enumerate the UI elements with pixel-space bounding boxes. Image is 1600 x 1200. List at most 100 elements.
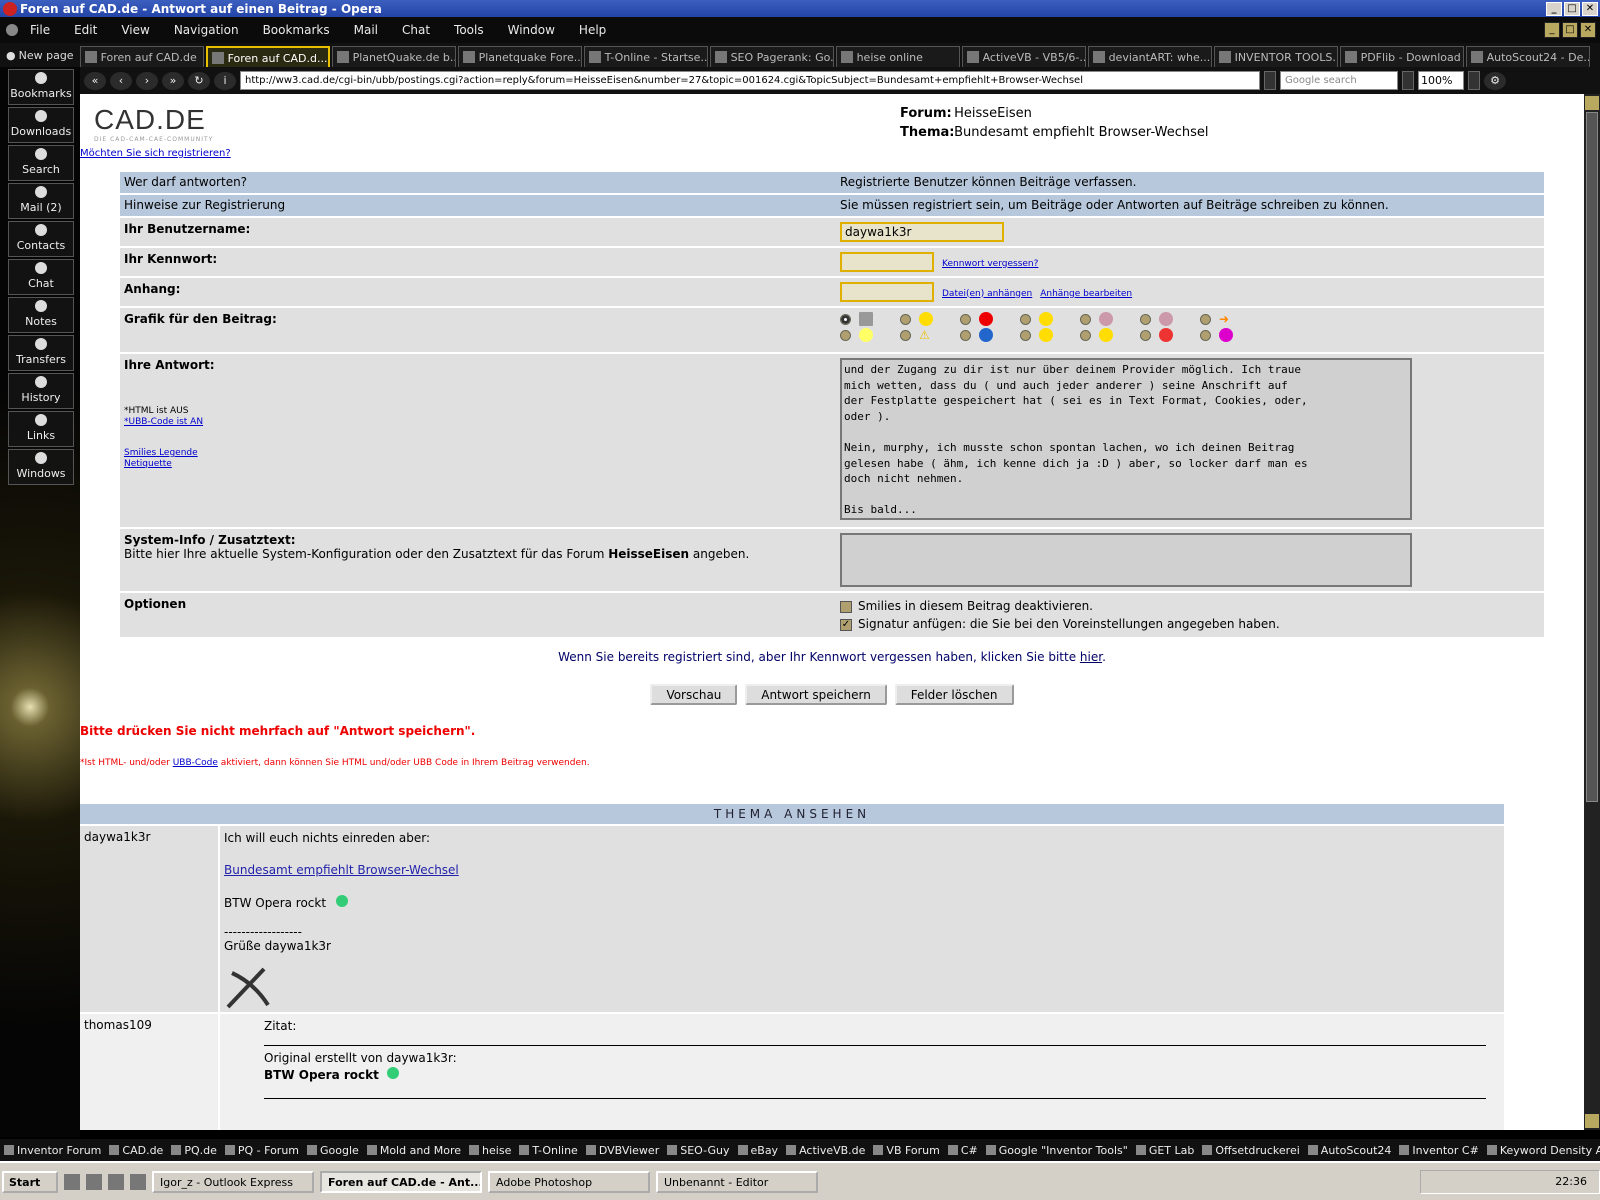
tab-11[interactable]: PDFlib - Download ... [1339,46,1464,67]
tab-3[interactable]: PlanetQuake.de b... [331,46,456,67]
bookmark-item[interactable]: Google [307,1144,359,1157]
answer-textarea[interactable] [840,358,1412,520]
forward-icon[interactable]: › [136,71,158,90]
panel-search[interactable]: Search [8,145,74,181]
vertical-scrollbar[interactable] [1584,94,1600,1130]
close-button[interactable]: ✕ [1582,1,1598,16]
task-opera[interactable]: Foren auf CAD.de - Ant... [320,1170,482,1193]
disable-smilies-checkbox[interactable] [840,600,852,613]
menu-edit[interactable]: Edit [74,23,97,37]
smilies-legend-link[interactable]: Smilies Legende [124,448,832,459]
post-icon-radio[interactable] [1200,329,1211,341]
ubb-code-note-link[interactable]: UBB-Code [173,758,218,768]
tab-1[interactable]: Foren auf CAD.de [79,46,204,67]
zoom-field[interactable]: 100% [1418,71,1464,90]
register-link[interactable]: Möchten Sie sich registrieren? [80,148,231,159]
tab-9[interactable]: deviantART: whe... [1087,46,1212,67]
append-signature-checkbox[interactable]: ✓ [840,618,852,631]
panel-windows[interactable]: Windows [8,449,74,485]
back-icon[interactable]: ‹ [110,71,132,90]
scroll-up-icon[interactable] [1585,96,1599,110]
bookmark-item[interactable]: C# [948,1144,978,1157]
forgot-password-link[interactable]: Kennwort vergessen? [942,259,1038,269]
bookmark-item[interactable]: SEO-Guy [667,1144,729,1157]
bookmark-item[interactable]: Offsetdruckerei [1202,1144,1299,1157]
bookmark-item[interactable]: Keyword Density Analyzer [1487,1144,1600,1157]
menu-help[interactable]: Help [579,23,606,37]
ubb-code-link[interactable]: *UBB-Code ist AN [124,417,832,428]
post-icon-radio[interactable] [1140,313,1151,325]
new-page-button[interactable]: ● New page [0,49,80,67]
post-icon-radio[interactable] [1020,313,1031,325]
post-icon-radio[interactable] [1020,329,1031,341]
tools-icon[interactable]: ⚙ [1484,71,1506,90]
bookmark-item[interactable]: CAD.de [109,1144,163,1157]
address-dropdown[interactable] [1264,71,1276,90]
bookmark-item[interactable]: Google "Inventor Tools" [986,1144,1128,1157]
start-button[interactable]: Start [2,1170,58,1193]
tab-4[interactable]: Planetquake Fore... [457,46,582,67]
bookmark-item[interactable]: PQ - Forum [225,1144,299,1157]
panel-chat[interactable]: Chat [8,259,74,295]
attach-files-link[interactable]: Datei(en) anhängen [942,289,1032,299]
clear-fields-button[interactable]: Felder löschen [894,684,1014,705]
username-input[interactable]: daywa1k3r [840,222,1004,242]
panel-bookmarks[interactable]: Bookmarks [8,69,74,105]
zoom-dropdown[interactable] [1468,71,1480,90]
post-icon-radio[interactable] [900,313,911,325]
post-author[interactable]: thomas109 [80,1014,220,1130]
address-field[interactable]: http://ww3.cad.de/cgi-bin/ubb/postings.c… [240,71,1260,90]
show-desktop-icon[interactable] [64,1173,80,1190]
tab-10[interactable]: INVENTOR TOOLS... [1213,46,1338,67]
menu-window[interactable]: Window [508,23,555,37]
post-icon-radio[interactable] [840,313,851,325]
scroll-down-icon[interactable] [1585,1114,1599,1128]
save-reply-button[interactable]: Antwort speichern [745,684,887,705]
page-minimize-button[interactable]: _ [1544,22,1560,38]
opera-menu-icon[interactable] [6,24,18,36]
edit-attachments-link[interactable]: Anhänge bearbeiten [1040,289,1132,299]
page-close-button[interactable]: ✕ [1580,22,1596,38]
minimize-button[interactable]: _ [1546,1,1562,16]
panel-notes[interactable]: Notes [8,297,74,333]
tab-2-active[interactable]: Foren auf CAD.d... [205,46,330,67]
bookmark-item[interactable]: heise [469,1144,511,1157]
post-icon-radio[interactable] [1140,329,1151,341]
rewind-icon[interactable]: « [84,71,106,90]
topic-link[interactable]: Bundesamt empfiehlt Browser-Wechsel [224,863,459,877]
panel-mail[interactable]: Mail (2) [8,183,74,219]
post-icon-radio[interactable] [900,329,911,341]
preview-button[interactable]: Vorschau [650,684,738,705]
tab-8[interactable]: ActiveVB - VB5/6-... [961,46,1086,67]
tab-5[interactable]: T-Online - Startse... [583,46,708,67]
post-author[interactable]: daywa1k3r [80,826,220,1012]
bookmark-item[interactable]: Mold and More [367,1144,461,1157]
task-editor[interactable]: Unbenannt - Editor [656,1170,818,1193]
tab-6[interactable]: SEO Pagerank: Go... [709,46,834,67]
bookmark-item[interactable]: ActiveVB.de [786,1144,865,1157]
menu-view[interactable]: View [121,23,149,37]
bookmark-item[interactable]: Inventor Forum [4,1144,101,1157]
sysinfo-textarea[interactable] [840,533,1412,587]
cad-logo[interactable]: CAD.DE DIE CAD-CAM-CAE-COMMUNITY [94,104,234,152]
fast-forward-icon[interactable]: » [162,71,184,90]
page-restore-button[interactable]: □ [1562,22,1578,38]
menu-chat[interactable]: Chat [402,23,430,37]
explorer-quicklaunch-icon[interactable] [108,1173,124,1190]
post-icon-radio[interactable] [960,313,971,325]
menu-bookmarks[interactable]: Bookmarks [263,23,330,37]
task-outlook[interactable]: Igor_z - Outlook Express [152,1170,314,1193]
post-icon-radio[interactable] [960,329,971,341]
media-quicklaunch-icon[interactable] [130,1173,146,1190]
bookmark-item[interactable]: Inventor C# [1399,1144,1478,1157]
search-input[interactable]: Google search [1280,71,1398,90]
reload-icon[interactable]: ↻ [188,71,210,90]
menu-tools[interactable]: Tools [454,23,484,37]
attachment-input[interactable] [840,282,934,302]
opera-quicklaunch-icon[interactable] [86,1173,102,1190]
post-icon-radio[interactable] [1080,329,1091,341]
bookmark-item[interactable]: eBay [738,1144,779,1157]
panel-transfers[interactable]: Transfers [8,335,74,371]
search-dropdown[interactable] [1402,71,1414,90]
panel-links[interactable]: Links [8,411,74,447]
